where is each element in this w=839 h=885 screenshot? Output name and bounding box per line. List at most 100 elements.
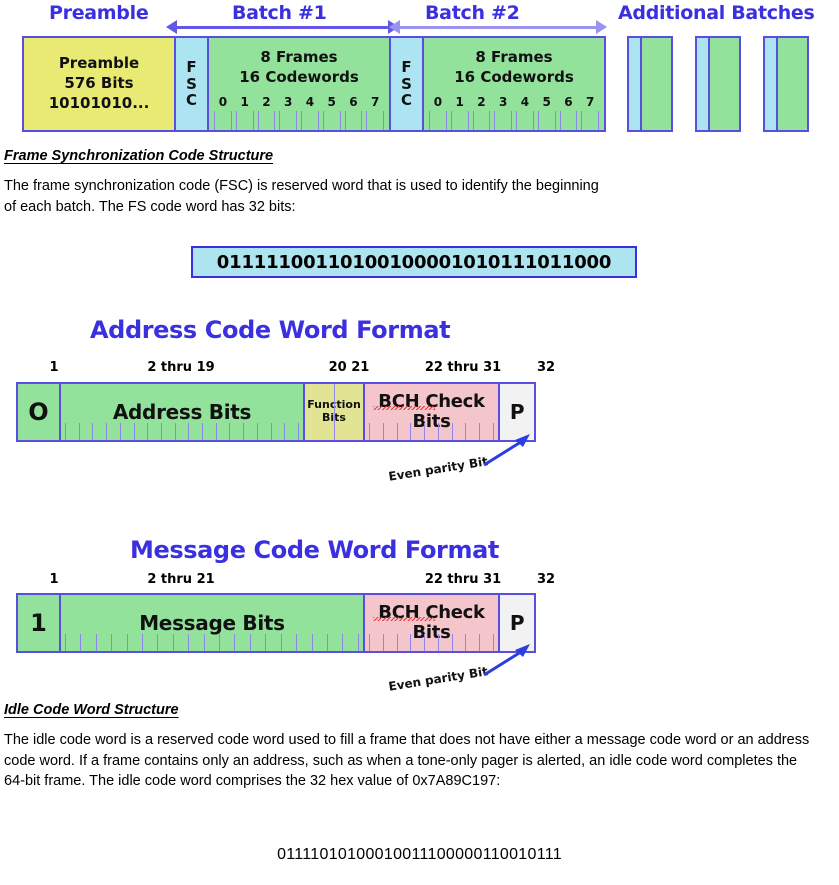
frame-number: 6	[564, 95, 573, 109]
frame-tick: 2	[256, 94, 278, 130]
address-bits-label: Address Bits	[112, 400, 252, 424]
message-code-word-title: Message Code Word Format	[130, 536, 499, 564]
batch2-arrow-left-head-icon	[389, 20, 400, 34]
batch-2-codewords-label: 16 Codewords	[454, 67, 574, 86]
frame-tick: 5	[536, 94, 558, 130]
fsc-letter-f-2: F	[401, 57, 412, 76]
frame-number: 5	[327, 95, 336, 109]
preamble-line-1: Preamble	[58, 54, 140, 73]
frame-tick: 7	[364, 94, 386, 130]
batch1-span-arrow-line	[175, 26, 390, 29]
additional-batch-fsc-strip	[629, 38, 642, 130]
fsc-letter-s-2: S	[401, 74, 412, 93]
spellcheck-squiggle-icon	[373, 406, 435, 410]
address-parity-pointer-arrow-icon	[483, 434, 530, 467]
address-even-parity-note: Even parity Bit	[387, 454, 489, 484]
frame-number: 2	[262, 95, 271, 109]
frame-number: 6	[349, 95, 358, 109]
batch1-arrow-left-head-icon	[166, 20, 177, 34]
message-bit-position-labels: 1 2 thru 21 22 thru 31 32	[22, 572, 555, 592]
fsc-bits-value: 01111100110100100001010111011000	[191, 246, 637, 278]
batch-1-block: 8 Frames 16 Codewords 0 1 2 3 4 5 6 7	[209, 38, 391, 130]
message-even-parity-note: Even parity Bit	[387, 664, 489, 694]
additional-batch-frames-area	[778, 38, 807, 130]
frame-tick: 6	[343, 94, 365, 130]
preamble-line-3: 10101010...	[48, 93, 150, 112]
frame-tick: 5	[321, 94, 343, 130]
additional-batch-frames-area	[642, 38, 671, 130]
bit-position-label: 1	[49, 360, 59, 375]
batch2-arrow-right-head-icon	[596, 20, 607, 34]
additional-batch-block	[695, 36, 741, 132]
additional-batch-block	[763, 36, 809, 132]
additional-batch-fsc-strip	[697, 38, 710, 130]
idle-code-word-bits-value: 01111010100010011100000110010111	[277, 846, 562, 863]
preamble-block: Preamble 576 Bits 10101010...	[24, 38, 176, 130]
preamble-header-label: Preamble	[49, 2, 149, 24]
frame-number: 1	[240, 95, 249, 109]
frame-number: 3	[283, 95, 293, 109]
frame-number: 3	[498, 95, 508, 109]
frame-number: 2	[477, 95, 486, 109]
additional-batch-fsc-strip	[765, 38, 778, 130]
frame-sync-paragraph: The frame synchronization code (FSC) is …	[4, 178, 599, 215]
fsc-letter-c-1: C	[185, 91, 197, 110]
batch-1-title: 8 Frames 16 Codewords	[239, 48, 359, 87]
frame-tick: 7	[579, 94, 601, 130]
message-bits-ticks	[65, 634, 359, 651]
frame-number: 0	[218, 95, 228, 109]
address-bits-ticks	[65, 423, 299, 440]
frame-tick: 2	[471, 94, 493, 130]
batch2-span-arrow-line	[398, 26, 598, 29]
batch-1-frame-ruler: 0 1 2 3 4 5 6 7	[212, 94, 386, 130]
frame-number: 7	[585, 95, 595, 109]
preamble-line-2: 576 Bits	[64, 74, 134, 93]
transmission-stream-strip: Preamble 576 Bits 10101010... F S C 8 Fr…	[22, 36, 606, 132]
additional-batches-header-label: Additional Batches	[618, 2, 815, 24]
address-bits-cell: Address Bits	[61, 384, 305, 440]
batch2-header-label: Batch #2	[425, 2, 520, 24]
message-code-word-strip: 1 Message Bits BCH Check Bits P	[16, 593, 536, 653]
bch-bits-ticks	[369, 423, 494, 440]
frame-tick: 1	[449, 94, 471, 130]
bch-bits-ticks	[369, 634, 494, 651]
address-code-word-title: Address Code Word Format	[90, 316, 451, 344]
batch1-header-label: Batch #1	[232, 2, 327, 24]
additional-batch-block	[627, 36, 673, 132]
frame-number: 5	[542, 95, 551, 109]
message-bch-check-bits-cell: BCH Check Bits	[365, 595, 500, 651]
frame-number: 0	[433, 95, 443, 109]
batch-1-codewords-label: 16 Codewords	[239, 67, 359, 86]
fsc-letter-s-1: S	[186, 74, 197, 93]
bit-position-label: 32	[536, 360, 556, 375]
bit-position-label: 22 thru 31	[424, 360, 502, 375]
batch-structure-diagram: Preamble Batch #1 Batch #2 Additional Ba…	[0, 0, 839, 142]
message-bits-cell: Message Bits	[61, 595, 365, 651]
frame-tick: 1	[234, 94, 256, 130]
frame-tick: 4	[299, 94, 321, 130]
batch-2-title: 8 Frames 16 Codewords	[454, 48, 574, 87]
fsc-block-1: F S C	[176, 38, 209, 130]
function-bits-cell: Function Bits	[305, 384, 365, 440]
frame-number: 4	[520, 95, 530, 109]
frame-number: 7	[370, 95, 380, 109]
batch-2-block: 8 Frames 16 Codewords 0 1 2 3 4 5 6 7	[424, 38, 604, 130]
batch-1-frames-label: 8 Frames	[260, 48, 338, 66]
additional-batch-frames-area	[710, 38, 739, 130]
address-bch-check-bits-cell: BCH Check Bits	[365, 384, 500, 440]
frame-tick: 3	[492, 94, 514, 130]
fsc-letter-f-1: F	[186, 57, 197, 76]
frame-tick: 0	[427, 94, 449, 130]
bit-position-label: 22 thru 31	[424, 572, 502, 587]
bit-position-label: 20 21	[328, 360, 370, 375]
bit-position-label: 32	[536, 572, 556, 587]
frame-tick: 0	[212, 94, 234, 130]
batch-2-frames-label: 8 Frames	[475, 48, 553, 66]
fsc-block-2: F S C	[391, 38, 424, 130]
function-bits-divider	[334, 384, 335, 440]
frame-tick: 6	[558, 94, 580, 130]
message-flag-bit-cell: 1	[18, 595, 61, 651]
message-bits-label: Message Bits	[139, 611, 285, 635]
idle-code-word-paragraph: The idle code word is a reserved code wo…	[4, 732, 810, 790]
frame-number: 1	[455, 95, 464, 109]
